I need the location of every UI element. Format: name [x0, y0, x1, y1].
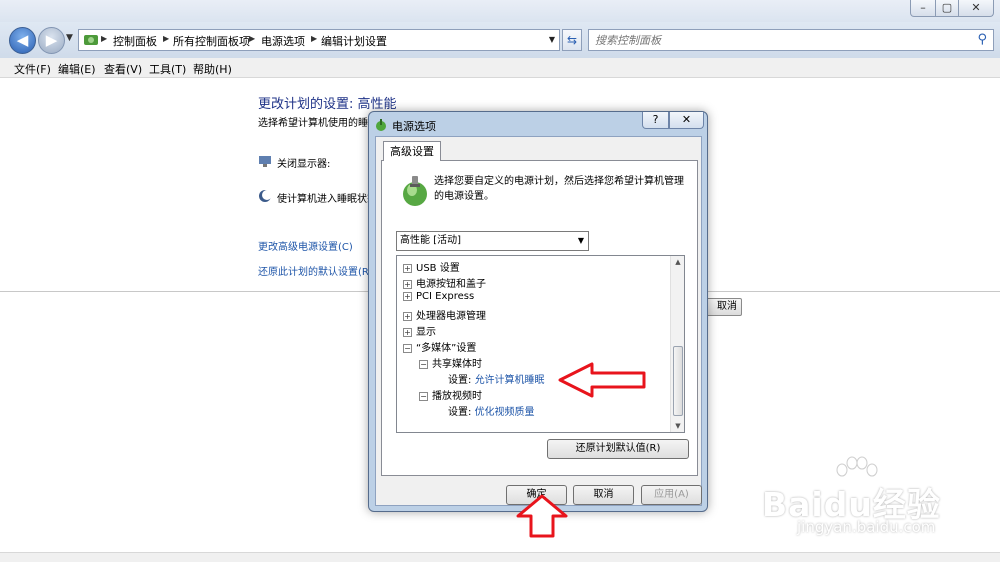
expand-icon[interactable]: + — [403, 264, 412, 273]
window-titlebar: – ▢ ✕ — [0, 0, 1000, 22]
tree-item-label: PCI Express — [416, 291, 475, 302]
page-description: 选择希望计算机使用的睡眠 — [258, 118, 378, 129]
tree-item-label: 显示 — [416, 327, 436, 338]
tree-setting-playing-video[interactable]: 设置: 优化视频质量 — [448, 403, 535, 418]
scroll-up-icon[interactable]: ▲ — [671, 258, 684, 266]
breadcrumb-edit-plan[interactable]: 编辑计划设置 — [321, 33, 387, 49]
status-bar — [0, 552, 1000, 562]
setting-prefix: 设置: — [448, 407, 472, 418]
expand-icon[interactable]: + — [403, 280, 412, 289]
recent-pages-chevron-icon[interactable]: ▼ — [66, 33, 73, 43]
power-options-icon — [374, 118, 388, 135]
menu-edit[interactable]: 编辑(E) — [58, 61, 96, 77]
advanced-settings-description: 选择您要自定义的电源计划，然后选择您希望计算机管理的电源设置。 — [434, 176, 684, 202]
minimize-button[interactable]: – — [910, 0, 936, 17]
breadcrumb-arrow-icon: ▶ — [249, 34, 256, 43]
chevron-down-icon: ▼ — [577, 236, 584, 245]
tree-item-label: “多媒体”设置 — [416, 343, 477, 354]
navigation-bar: ◀ ▶ ▼ ▶ 控制面板 ▶ 所有控制面板项 ▶ 电源选项 ▶ 编辑计划设置 ▼… — [0, 22, 1000, 58]
tree-item-usb[interactable]: + USB 设置 — [403, 259, 460, 274]
tree-item-sharing-media[interactable]: − 共享媒体时 — [419, 355, 482, 370]
cancel-button[interactable]: 取消 — [573, 485, 634, 505]
tree-item-power-buttons[interactable]: + 电源按钮和盖子 — [403, 275, 486, 290]
restore-defaults-link[interactable]: 还原此计划的默认设置(R) — [258, 263, 373, 278]
back-button[interactable]: ◀ — [9, 27, 36, 54]
tree-item-playing-video[interactable]: − 播放视频时 — [419, 387, 482, 402]
menu-help[interactable]: 帮助(H) — [193, 61, 232, 77]
breadcrumb-power-options[interactable]: 电源选项 — [261, 33, 305, 49]
forward-button[interactable]: ▶ — [38, 27, 65, 54]
collapse-icon[interactable]: − — [419, 392, 428, 401]
tree-item-label: USB 设置 — [416, 263, 460, 274]
address-dropdown-icon[interactable]: ▼ — [549, 35, 555, 44]
menu-tools[interactable]: 工具(T) — [149, 61, 186, 77]
control-panel-icon — [83, 33, 99, 50]
restore-plan-defaults-button[interactable]: 还原计划默认值(R) — [547, 439, 689, 459]
breadcrumb-all-items[interactable]: 所有控制面板项 — [173, 33, 250, 49]
address-bar[interactable]: ▶ 控制面板 ▶ 所有控制面板项 ▶ 电源选项 ▶ 编辑计划设置 ▼ — [78, 29, 560, 51]
put-to-sleep-label: 使计算机进入睡眠状态 — [277, 194, 377, 205]
tree-item-processor[interactable]: + 处理器电源管理 — [403, 307, 486, 322]
power-plan-select-value: 高性能 [活动] — [400, 235, 461, 246]
power-options-dialog: 电源选项 ? ✕ 高级设置 选择您要自定义的电源计划，然后选择您希望计算机管理的… — [368, 111, 708, 512]
collapse-icon[interactable]: − — [419, 360, 428, 369]
settings-tree[interactable]: + USB 设置 + 电源按钮和盖子 + PCI Express + 处理器电源管理 +… — [396, 255, 685, 433]
expand-icon[interactable]: + — [403, 328, 412, 337]
tab-panel: 选择您要自定义的电源计划，然后选择您希望计算机管理的电源设置。 高性能 [活动]… — [381, 160, 698, 476]
menu-view[interactable]: 查看(V) — [104, 61, 142, 77]
apply-button[interactable]: 应用(A) — [641, 485, 702, 505]
scroll-thumb[interactable] — [673, 346, 683, 416]
breadcrumb-arrow-icon: ▶ — [311, 34, 318, 43]
menu-file[interactable]: 文件(F) — [14, 61, 51, 77]
search-box[interactable]: ⚲ — [588, 29, 994, 51]
menu-bar: 文件(F) 编辑(E) 查看(V) 工具(T) 帮助(H) — [0, 58, 1000, 78]
tree-item-label: 播放视频时 — [432, 391, 482, 402]
page-title: 更改计划的设置: 高性能 — [258, 97, 397, 112]
tree-item-multimedia[interactable]: − “多媒体”设置 — [403, 339, 476, 354]
annotation-arrow-up-icon — [516, 494, 568, 538]
dialog-close-button[interactable]: ✕ — [669, 112, 704, 129]
setting-prefix: 设置: — [448, 375, 472, 386]
tree-item-label: 共享媒体时 — [432, 359, 482, 370]
monitor-icon — [258, 154, 272, 168]
breadcrumb-arrow-icon: ▶ — [101, 34, 108, 43]
playing-video-setting-value[interactable]: 优化视频质量 — [475, 407, 535, 418]
change-advanced-settings-link[interactable]: 更改高级电源设置(C) — [258, 238, 353, 253]
annotation-arrow-left-icon — [558, 362, 646, 398]
breadcrumb-control-panel[interactable]: 控制面板 — [113, 33, 157, 49]
search-icon[interactable]: ⚲ — [977, 32, 987, 47]
breadcrumb-arrow-icon: ▶ — [163, 34, 170, 43]
close-button[interactable]: ✕ — [958, 0, 994, 17]
watermark-url: jingyan.baidu.com — [797, 518, 936, 536]
turn-off-display-label: 关闭显示器: — [277, 159, 331, 170]
search-input[interactable] — [595, 31, 955, 49]
tree-item-display[interactable]: + 显示 — [403, 323, 436, 338]
dialog-body: 高级设置 选择您要自定义的电源计划，然后选择您希望计算机管理的电源设置。 高性能… — [375, 136, 702, 506]
vertical-scrollbar[interactable]: ▲ ▼ — [670, 256, 684, 432]
tree-item-pci-express[interactable]: + PCI Express — [403, 291, 474, 302]
tree-item-label: 处理器电源管理 — [416, 311, 486, 322]
tree-setting-sharing-media[interactable]: 设置: 允许计算机睡眠 — [448, 371, 545, 386]
collapse-icon[interactable]: − — [403, 344, 412, 353]
sharing-media-setting-value[interactable]: 允许计算机睡眠 — [475, 375, 545, 386]
sleep-moon-icon — [258, 189, 272, 203]
power-plan-select[interactable]: 高性能 [活动] ▼ — [396, 231, 589, 251]
maximize-button[interactable]: ▢ — [935, 0, 959, 17]
dialog-title: 电源选项 — [392, 120, 436, 133]
help-button[interactable]: ? — [642, 112, 669, 129]
power-plan-icon — [400, 174, 430, 208]
page-cancel-button[interactable]: 取消 — [706, 298, 742, 316]
expand-icon[interactable]: + — [403, 292, 412, 301]
refresh-button[interactable]: ⇆ — [562, 29, 582, 51]
tab-advanced-settings[interactable]: 高级设置 — [383, 141, 441, 161]
expand-icon[interactable]: + — [403, 312, 412, 321]
scroll-down-icon[interactable]: ▼ — [671, 422, 684, 430]
tree-item-label: 电源按钮和盖子 — [416, 279, 486, 290]
